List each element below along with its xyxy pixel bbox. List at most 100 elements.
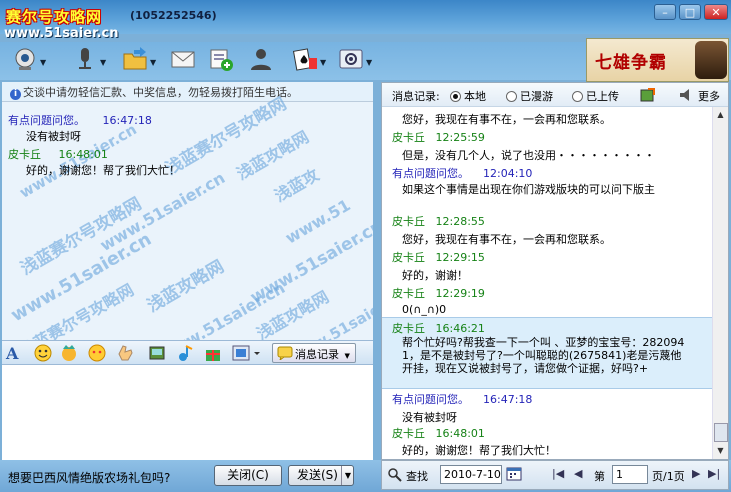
tab-roamed-label: 已漫游 <box>520 90 553 103</box>
font-button[interactable]: A <box>6 344 24 363</box>
export-icon[interactable] <box>640 87 656 103</box>
last-page-icon[interactable]: ▶| <box>708 467 720 480</box>
shake-button[interactable] <box>116 344 134 362</box>
security-notice-text: 交谈中请勿轻信汇款、中奖信息，勿轻易拨打陌生电话。 <box>23 86 298 99</box>
user-info-button[interactable] <box>248 46 274 72</box>
next-page-icon[interactable]: ▶ <box>692 467 700 480</box>
history-text: 帮个忙好吗?帮我查一下一个叫 、亚梦的宝宝号：2820941，是不是被封号了?一… <box>402 336 685 375</box>
history-text: 好的，谢谢！ <box>402 269 468 282</box>
search-icon[interactable] <box>388 468 402 482</box>
scroll-up-button[interactable]: ▲ <box>713 107 728 122</box>
close-button[interactable]: 关闭(C) <box>214 465 282 486</box>
tab-uploaded[interactable]: 已上传 <box>572 88 619 104</box>
history-header-line: 有点问题问您。 16:47:18 <box>392 391 532 407</box>
microphone-button[interactable] <box>72 46 98 72</box>
radio-selected <box>450 91 461 102</box>
history-title: 消息记录: <box>392 90 440 103</box>
history-scrollbar[interactable]: ▲ ▼ <box>712 107 728 459</box>
magic-face-button[interactable] <box>60 344 78 362</box>
folder-transfer-icon <box>123 47 147 70</box>
message-text: 好的，谢谢您！帮了我们大忙！ <box>26 164 180 177</box>
history-panel: 消息记录: 本地 已漫游 已上传 更多 您好，我现在有事不在，一会再和您联系。 … <box>381 82 729 460</box>
maximize-button[interactable]: □ <box>679 4 701 20</box>
game-button[interactable] <box>292 46 318 72</box>
history-text: 如果这个事情是出现在你们游戏版块的可以问下版主 <box>402 183 655 196</box>
calendar-icon[interactable] <box>506 466 522 481</box>
date-field[interactable]: 2010-7-10 <box>440 465 502 484</box>
add-contact-button[interactable] <box>208 46 234 72</box>
qq-number: (1052252546) <box>130 9 217 22</box>
tab-local[interactable]: 本地 <box>450 88 486 104</box>
message-time: 16:48:01 <box>58 148 108 161</box>
message-header: 有点问题问您。 16:47:18 <box>8 112 152 128</box>
file-transfer-button[interactable] <box>122 46 148 72</box>
webcam-icon <box>15 48 35 70</box>
message-time: 16:48:01 <box>435 427 485 440</box>
message-record-label: 消息记录 <box>295 348 339 361</box>
message-record-button[interactable]: 消息记录 ▼ <box>272 343 356 363</box>
speaker-icon[interactable] <box>678 87 694 103</box>
scroll-down-button[interactable]: ▼ <box>713 443 728 458</box>
chevron-down-icon[interactable]: ▼ <box>150 58 156 67</box>
history-text: 0(∩_∩)0 <box>402 303 447 316</box>
maximize-icon: □ <box>684 6 696 19</box>
sender-name: 皮卡丘 <box>392 322 425 335</box>
close-window-button[interactable]: ✕ <box>704 4 728 20</box>
sender-name: 有点问题问您。 <box>8 114 85 127</box>
history-header-line: 皮卡丘 12:29:19 <box>392 285 485 301</box>
screen-capture-button[interactable] <box>232 344 262 362</box>
message-time: 12:25:59 <box>435 131 485 144</box>
radio <box>572 91 583 102</box>
window-title: 赛尔号攻略网 <box>6 8 103 26</box>
history-footer: 查找 2010-7-10 |◀ ◀ 第 1 页/1页 ▶ ▶| <box>381 460 729 490</box>
game-advertisement[interactable]: 七雄争霸 <box>586 38 729 82</box>
chat-message-area[interactable]: i 交谈中请勿轻信汇款、中奖信息，勿轻易拨打陌生电话。 浅蓝赛尔号攻略网 www.… <box>2 82 373 340</box>
history-header-line: 有点问题问您。 12:04:10 <box>392 165 532 181</box>
message-header: 皮卡丘 16:48:01 <box>8 146 108 162</box>
magic-face-icon <box>62 345 76 361</box>
message-time: 16:46:21 <box>435 322 485 335</box>
prev-page-icon[interactable]: ◀ <box>574 467 582 480</box>
page-field[interactable]: 1 <box>612 465 648 484</box>
music-button[interactable] <box>176 344 194 362</box>
promo-link[interactable]: 想要巴西风情绝版农场礼包吗? <box>8 469 170 486</box>
history-text: 您好，我现在有事不在，一会再和您联系。 <box>402 233 611 246</box>
email-button[interactable] <box>170 46 196 72</box>
message-record-icon <box>277 346 293 360</box>
chevron-down-icon: ▼ <box>344 352 350 360</box>
history-header-line: 皮卡丘 16:48:01 <box>392 425 485 441</box>
search-label[interactable]: 查找 <box>406 468 428 484</box>
history-text: 您好，我现在有事不在，一会再和您联系。 <box>402 113 611 126</box>
screenshot-button[interactable] <box>148 344 166 362</box>
history-entry-highlighted: 皮卡丘 16:46:21 帮个忙好吗?帮我查一下一个叫 、亚梦的宝宝号：2820… <box>382 317 712 389</box>
page-total: 页/1页 <box>652 470 685 483</box>
chevron-down-icon[interactable]: ▼ <box>40 58 46 67</box>
chevron-down-icon[interactable]: ▼ <box>320 58 326 67</box>
send-button[interactable]: 发送(S) ▼ <box>288 465 354 486</box>
email-icon <box>171 51 195 68</box>
sender-name: 皮卡丘 <box>392 287 425 300</box>
tab-roamed[interactable]: 已漫游 <box>506 88 553 104</box>
app-settings-button[interactable] <box>338 46 364 72</box>
present-button[interactable] <box>204 344 222 362</box>
history-header-line: 皮卡丘 16:46:21 <box>392 320 485 336</box>
music-icon <box>179 345 193 361</box>
chevron-down-icon[interactable]: ▼ <box>340 466 351 485</box>
chevron-down-icon[interactable]: ▼ <box>100 58 106 67</box>
webcam-button[interactable] <box>12 46 38 72</box>
game-cards-icon <box>292 48 317 71</box>
first-page-icon[interactable]: |◀ <box>552 467 564 480</box>
tab-uploaded-label: 已上传 <box>586 90 619 103</box>
chevron-down-icon[interactable]: ▼ <box>366 58 372 67</box>
message-time: 12:29:19 <box>435 287 485 300</box>
send-label: 发送(S) <box>297 468 338 482</box>
scroll-thumb[interactable] <box>714 423 728 442</box>
smiley-button[interactable] <box>34 344 52 362</box>
minimize-button[interactable]: – <box>654 4 676 20</box>
more-link[interactable]: 更多 <box>698 88 720 104</box>
watermark: 浅蓝攻略网 <box>143 256 228 317</box>
message-input[interactable] <box>2 365 373 460</box>
radio <box>506 91 517 102</box>
gift-face-button[interactable] <box>88 344 106 362</box>
app-settings-icon <box>339 49 363 69</box>
